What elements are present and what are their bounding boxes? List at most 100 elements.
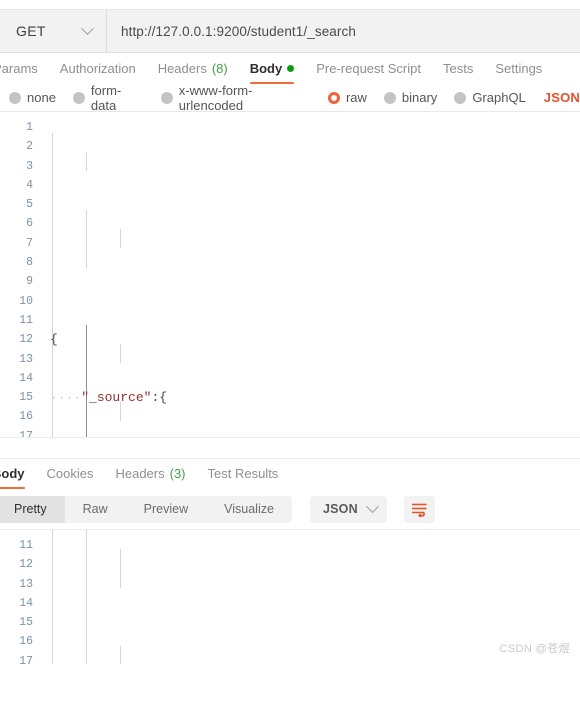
wrap-text-icon — [411, 503, 427, 517]
line-number: 16 — [19, 410, 33, 424]
body-type-none-label: none — [27, 90, 56, 105]
body-type-urlencoded[interactable]: x-www-form-urlencoded — [160, 82, 311, 113]
request-url-bar: GET http://127.0.0.1:9200/student1/_sear… — [0, 10, 580, 53]
tab-authorization-label: Authorization — [59, 61, 136, 76]
line-number: 15 — [19, 616, 33, 630]
response-view-mode-group: Pretty Raw Preview Visualize — [0, 495, 292, 523]
response-tab-body-label: Body — [0, 466, 25, 481]
tab-settings-label: Settings — [495, 61, 543, 76]
line-number: 12 — [19, 333, 33, 347]
postman-window: GET http://127.0.0.1:9200/student1/_sear… — [0, 0, 580, 705]
line-number: 11 — [19, 313, 33, 327]
response-tab-cookies[interactable]: Cookies — [47, 466, 94, 489]
chevron-down-icon — [365, 499, 379, 513]
request-body-editor[interactable]: 1 2 3 4 5 6 7 8 9 10 11 12 13 14 15 16 1… — [0, 112, 580, 437]
body-type-form-data[interactable]: form-data — [72, 82, 144, 113]
response-view-toolbar: Pretty Raw Preview Visualize JSON — [0, 489, 580, 529]
tab-headers-count: (8) — [211, 61, 228, 76]
body-type-binary[interactable]: binary — [383, 90, 438, 105]
response-line-numbers: 11 12 13 14 15 16 17 18 — [0, 530, 40, 664]
line-number: 17 — [19, 429, 33, 437]
request-url-input[interactable]: http://127.0.0.1:9200/student1/_search — [107, 10, 580, 52]
line-number: 11 — [19, 539, 33, 552]
code-line: { — [50, 332, 58, 348]
view-mode-pretty[interactable]: Pretty — [0, 495, 65, 523]
raw-format-select[interactable]: JSON — [544, 90, 580, 105]
view-mode-raw[interactable]: Raw — [65, 496, 126, 523]
body-type-urlencoded-label: x-www-form-urlencoded — [178, 82, 253, 113]
response-format-select[interactable]: JSON — [309, 495, 387, 523]
body-type-binary-label: binary — [401, 90, 438, 105]
line-number: 9 — [26, 275, 33, 289]
body-type-graphql-label: GraphQL — [472, 90, 526, 105]
body-type-none[interactable]: none — [9, 90, 56, 105]
body-type-raw[interactable]: raw — [327, 90, 367, 105]
response-body-viewer[interactable]: 11 12 13 14 15 16 17 18 ········"total":… — [0, 529, 580, 664]
response-tab-headers-count: (3) — [169, 466, 186, 481]
response-tab-body[interactable]: Body — [0, 466, 25, 489]
radio-icon — [160, 91, 173, 104]
tab-body-label: Body — [249, 61, 283, 76]
response-tab-bar: Body Cookies Headers (3) Test Results — [0, 459, 580, 489]
tab-params[interactable]: Params — [0, 61, 38, 84]
body-type-form-data-label: form-data — [90, 82, 122, 113]
radio-icon — [383, 91, 396, 104]
indent-guide — [52, 530, 53, 664]
indent-guide — [86, 210, 87, 268]
request-tab-bar: Params Authorization Headers (8) Body Pr… — [0, 53, 580, 84]
view-mode-visualize[interactable]: Visualize — [206, 496, 292, 523]
body-modified-dot-icon — [287, 65, 295, 72]
tab-authorization[interactable]: Authorization — [60, 61, 136, 84]
line-number: 3 — [26, 159, 33, 173]
body-type-radio-group: none form-data x-www-form-urlencoded raw… — [0, 82, 580, 113]
response-tab-cookies-label: Cookies — [46, 466, 94, 481]
line-number: 8 — [26, 256, 33, 270]
view-mode-preview[interactable]: Preview — [126, 496, 206, 523]
tab-body[interactable]: Body — [249, 61, 295, 84]
line-number: 10 — [19, 294, 33, 308]
http-method-select[interactable]: GET — [0, 10, 107, 52]
response-tab-headers[interactable]: Headers (3) — [115, 466, 185, 489]
code-line: ····"_source":{ — [50, 390, 168, 406]
line-number: 4 — [26, 178, 33, 192]
tab-tests[interactable]: Tests — [443, 61, 473, 84]
line-number: 15 — [19, 391, 33, 405]
line-number: 5 — [26, 198, 33, 212]
radio-icon — [9, 91, 21, 104]
indent-guide — [120, 549, 121, 588]
radio-icon — [72, 91, 85, 104]
request-line-numbers: 1 2 3 4 5 6 7 8 9 10 11 12 13 14 15 16 1… — [0, 112, 40, 437]
line-number: 13 — [19, 352, 33, 366]
body-type-graphql[interactable]: GraphQL — [454, 90, 526, 105]
http-method-label: GET — [16, 23, 46, 39]
response-format-label: JSON — [322, 502, 358, 516]
tab-settings[interactable]: Settings — [495, 61, 542, 84]
pane-splitter[interactable] — [0, 437, 580, 459]
indent-guide — [120, 646, 121, 664]
csdn-watermark: CSDN @苍煜 — [499, 643, 570, 655]
response-tab-test-results-label: Test Results — [207, 466, 279, 481]
tab-params-label: Params — [0, 61, 38, 76]
tab-pre-request-script-label: Pre-request Script — [316, 61, 421, 76]
window-top-strip — [0, 0, 580, 10]
indent-guide — [86, 152, 87, 171]
chevron-down-icon — [81, 21, 94, 35]
line-number: 1 — [26, 121, 33, 134]
response-tab-headers-label: Headers — [115, 466, 165, 481]
line-number: 13 — [19, 577, 33, 591]
line-number: 17 — [19, 654, 33, 664]
line-number: 2 — [26, 140, 33, 154]
wrap-text-button[interactable] — [403, 495, 435, 523]
tab-pre-request-script[interactable]: Pre-request Script — [316, 61, 421, 84]
line-number: 7 — [26, 236, 33, 250]
line-number: 14 — [19, 596, 33, 610]
response-tab-test-results[interactable]: Test Results — [208, 466, 279, 489]
radio-icon — [454, 91, 467, 104]
tab-headers[interactable]: Headers (8) — [158, 61, 228, 84]
tab-headers-label: Headers — [157, 61, 207, 76]
request-code-lines[interactable]: { ····"_source":{ ········"includes":["n… — [40, 112, 580, 437]
indent-guide — [120, 229, 121, 248]
radio-selected-icon — [327, 91, 340, 104]
tab-tests-label: Tests — [442, 61, 474, 76]
line-number: 14 — [19, 371, 33, 385]
